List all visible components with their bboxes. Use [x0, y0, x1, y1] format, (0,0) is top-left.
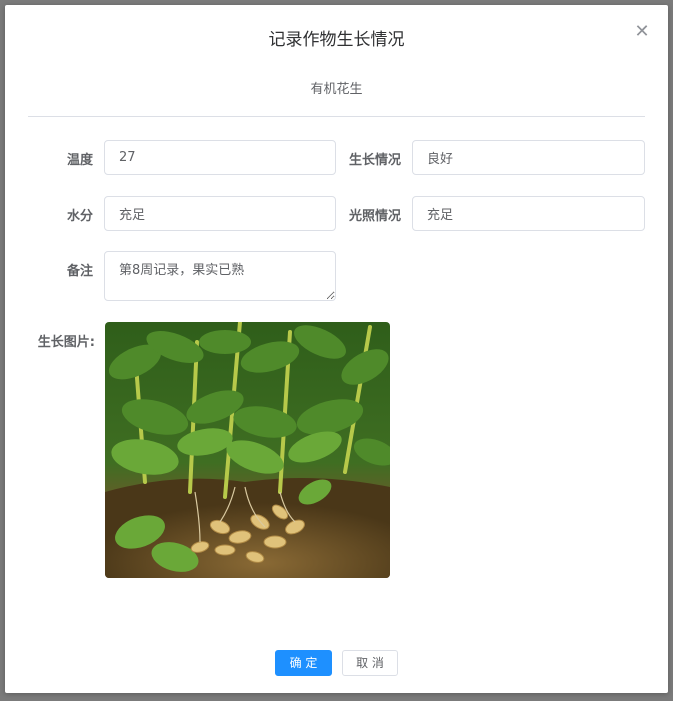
close-icon[interactable]: ✕: [633, 23, 651, 41]
record-growth-dialog: 记录作物生长情况 ✕ 有机花生 温度 生长情况 水分 光照情况 备注 第8周记录…: [5, 5, 668, 693]
moisture-input[interactable]: [104, 196, 336, 231]
remarks-textarea[interactable]: 第8周记录，果实已熟: [104, 251, 336, 301]
crop-name: 有机花生: [310, 82, 363, 97]
temperature-input[interactable]: [104, 140, 336, 175]
temperature-label: 温度: [66, 153, 93, 168]
remarks-label: 备注: [66, 264, 93, 279]
peanut-plant-photo: [105, 322, 390, 578]
cancel-button[interactable]: 取 消: [342, 650, 398, 676]
growth-status-label: 生长情况: [348, 153, 401, 168]
growth-status-input[interactable]: [412, 140, 645, 175]
moisture-label: 水分: [66, 209, 93, 224]
header-divider: [28, 116, 645, 117]
light-condition-label: 光照情况: [348, 209, 401, 224]
growth-photo-label: 生长图片:: [37, 335, 95, 350]
confirm-button[interactable]: 确 定: [275, 650, 332, 676]
light-condition-input[interactable]: [412, 196, 645, 231]
dialog-title: 记录作物生长情况: [268, 30, 405, 50]
